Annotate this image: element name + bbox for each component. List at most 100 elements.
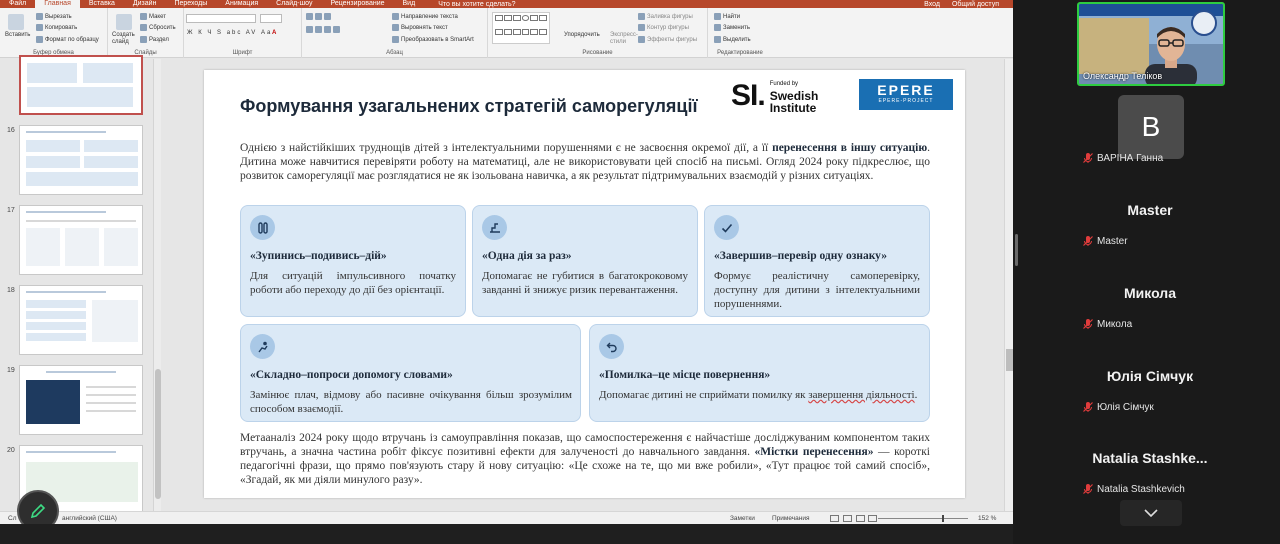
- copy-icon: [36, 24, 43, 31]
- language-indicator[interactable]: английский (США): [62, 515, 117, 522]
- font-style-buttons[interactable]: Ж К Ч S abc AV Аа: [187, 30, 272, 36]
- tab-slideshow[interactable]: Слайд-шоу: [267, 0, 321, 8]
- new-slide-icon[interactable]: [116, 14, 132, 30]
- intro-paragraph: Однією з найстійкіших труднощів дітей з …: [240, 141, 930, 183]
- notes-button[interactable]: Заметки: [730, 515, 755, 522]
- new-slide-button[interactable]: Создать слайд: [112, 32, 142, 46]
- participant-avatar[interactable]: B: [1118, 95, 1184, 159]
- thumb-title-line: [26, 451, 116, 453]
- shape-oval-icon[interactable]: [521, 15, 530, 21]
- paragraph-group-label: Абзац: [386, 50, 403, 56]
- slide-thumbnail[interactable]: [19, 285, 143, 355]
- active-speaker-video[interactable]: Олександр Теліков: [1077, 2, 1225, 86]
- tab-transitions[interactable]: Переходы: [165, 0, 216, 8]
- slide-vertical-scrollbar[interactable]: [1004, 59, 1013, 511]
- slideshow-view-icon[interactable]: [868, 515, 877, 522]
- reset-button[interactable]: Сбросить: [140, 24, 176, 31]
- participant-tile-name[interactable]: Natalia Stashke...: [1080, 450, 1220, 466]
- thumbnail-number: 17: [7, 207, 15, 214]
- tell-me-search[interactable]: Что вы хотите сделать?: [438, 1, 515, 8]
- shape-effects-button[interactable]: Эффекты фигуры: [638, 36, 697, 43]
- paste-button[interactable]: Вставить: [5, 32, 30, 38]
- find-button[interactable]: Найти: [714, 13, 740, 20]
- align-text-button[interactable]: Выровнять текст: [392, 24, 448, 31]
- shape-triangle-icon[interactable]: [539, 15, 547, 21]
- card-text: Формує реалістичну самоперевірку, доступ…: [714, 270, 920, 310]
- thumbnails-scrollbar[interactable]: [153, 59, 161, 511]
- cut-button[interactable]: Вырезать: [36, 13, 72, 20]
- list-buttons[interactable]: [306, 13, 331, 20]
- sorter-view-icon[interactable]: [843, 515, 852, 522]
- smartart-icon: [392, 36, 399, 43]
- slide-thumbnail[interactable]: [19, 205, 143, 275]
- participant-tile-name[interactable]: Master: [1080, 202, 1220, 218]
- normal-view-icon[interactable]: [830, 515, 839, 522]
- outro-paragraph: Метааналіз 2024 року щодо втручань із са…: [240, 431, 930, 487]
- outro-bold: «Містки перенесення»: [754, 446, 874, 458]
- layout-button[interactable]: Макет: [140, 13, 166, 20]
- shape-more-icon[interactable]: [539, 28, 547, 35]
- thumb-block: [27, 87, 133, 107]
- shape-rect-icon[interactable]: [512, 15, 521, 21]
- zoom-slider-thumb[interactable]: [942, 515, 944, 522]
- justify-icon: [333, 26, 340, 33]
- show-more-participants-button[interactable]: [1120, 500, 1182, 526]
- shape-star-icon[interactable]: [521, 28, 530, 35]
- slide-thumbnail[interactable]: [19, 125, 143, 195]
- tab-animations[interactable]: Анимация: [216, 0, 267, 8]
- slide-scroll-thumb[interactable]: [1006, 349, 1013, 371]
- tab-review[interactable]: Рецензирование: [321, 0, 393, 8]
- shape-fill-button[interactable]: Заливка фигуры: [638, 13, 693, 20]
- arrange-button[interactable]: Упорядочить: [564, 32, 600, 38]
- paste-icon[interactable]: [8, 14, 24, 30]
- participant-tile-name[interactable]: Юлія Сімчук: [1080, 368, 1220, 384]
- copy-label: Копировать: [45, 24, 78, 31]
- shape-arrow-icon[interactable]: [503, 28, 512, 35]
- si-logo-mark: SI.: [731, 79, 766, 112]
- shapes-gallery[interactable]: [492, 12, 550, 44]
- panel-resize-handle[interactable]: [1015, 234, 1018, 266]
- shape-line-icon[interactable]: [503, 15, 512, 21]
- shape-arrow-icon[interactable]: [495, 28, 503, 35]
- shape-brace-icon[interactable]: [512, 28, 521, 35]
- select-button[interactable]: Выделить: [714, 36, 751, 43]
- comments-button[interactable]: Примечания: [772, 515, 810, 522]
- tab-file[interactable]: Файл: [0, 0, 35, 8]
- share-button[interactable]: Общий доступ: [952, 1, 999, 8]
- shape-line-icon[interactable]: [495, 15, 503, 21]
- font-family-select[interactable]: [186, 14, 256, 23]
- cursor-icon: [714, 36, 721, 43]
- align-right-icon: [324, 26, 331, 33]
- slide-thumbnail[interactable]: [19, 365, 143, 435]
- return-icon: [599, 334, 624, 359]
- format-painter-button[interactable]: Формат по образцу: [36, 36, 99, 43]
- copy-button[interactable]: Копировать: [36, 24, 77, 31]
- current-slide[interactable]: Формування узагальнених стратегій саморе…: [204, 70, 965, 498]
- align-buttons[interactable]: [306, 26, 340, 33]
- sign-in-link[interactable]: Вход: [924, 1, 940, 8]
- tab-view[interactable]: Вид: [394, 0, 425, 8]
- replace-button[interactable]: Заменить: [714, 24, 750, 31]
- participant-tile-name[interactable]: Микола: [1080, 285, 1220, 301]
- text-direction-button[interactable]: Направление текста: [392, 13, 458, 20]
- tab-design[interactable]: Дизайн: [124, 0, 166, 8]
- shape-rect-icon[interactable]: [530, 15, 539, 21]
- tab-home[interactable]: Главная: [35, 0, 80, 8]
- font-size-select[interactable]: [260, 14, 282, 23]
- zoom-slider[interactable]: [878, 518, 968, 519]
- thumb-title-line: [46, 371, 116, 373]
- section-button[interactable]: Раздел: [140, 36, 169, 43]
- smartart-button[interactable]: Преобразовать в SmartArt: [392, 36, 474, 43]
- ribbon: Вставить Вырезать Копировать Формат по о…: [0, 8, 1013, 58]
- shape-curve-icon[interactable]: [530, 28, 539, 35]
- find-label: Найти: [723, 13, 741, 20]
- tab-insert[interactable]: Вставка: [80, 0, 124, 8]
- reading-view-icon[interactable]: [856, 515, 865, 522]
- slide-thumbnail[interactable]: [19, 55, 143, 115]
- zoom-level[interactable]: 152 %: [978, 515, 996, 522]
- shape-outline-button[interactable]: Контур фигуры: [638, 24, 689, 31]
- font-color-button[interactable]: A: [272, 30, 276, 36]
- slide-title: Формування узагальнених стратегій саморе…: [240, 96, 698, 116]
- thumbnails-scroll-thumb[interactable]: [155, 369, 161, 499]
- quick-styles-button[interactable]: Экспресс-стили: [610, 32, 638, 46]
